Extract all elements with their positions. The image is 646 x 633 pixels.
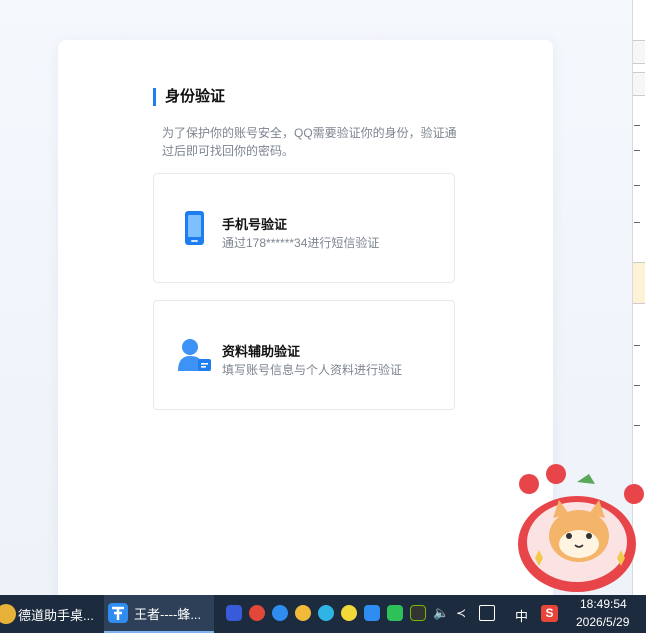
volume-icon[interactable]: 🔈 xyxy=(433,605,449,621)
phone-verification-option[interactable]: 手机号验证 通过178******34进行短信验证 xyxy=(153,173,455,283)
page-description: 为了保护你的账号安全，QQ需要验证你的身份，验证通过后即可找回你的密码。 xyxy=(162,126,457,158)
taskbar: 德道助手桌... 王者----蜂... 🔈 ≺ 中 S 18:49:54 202… xyxy=(0,595,646,633)
tray-app-icon[interactable] xyxy=(272,605,288,621)
window-edge-tick xyxy=(634,125,640,126)
window-edge-tick xyxy=(634,185,640,186)
tray-wechat-icon[interactable] xyxy=(387,605,403,621)
cat-mascot-widget[interactable] xyxy=(515,462,646,595)
window-edge-tick xyxy=(634,345,640,346)
window-edge-tick xyxy=(634,385,640,386)
window-edge-tick xyxy=(634,150,640,151)
option-subtitle: 填写账号信息与个人资料进行验证 xyxy=(222,363,403,377)
window-edge-panel xyxy=(633,40,645,64)
taskbar-app-assistant[interactable]: 德道助手桌... xyxy=(0,595,96,633)
game-app-icon xyxy=(108,603,128,623)
option-subtitle: 通过178******34进行短信验证 xyxy=(222,236,380,250)
taskbar-app-label: 王者----蜂... xyxy=(134,606,202,622)
window-edge-panel xyxy=(633,262,645,304)
profile-verification-option[interactable]: 资料辅助验证 填写账号信息与个人资料进行验证 xyxy=(153,300,455,410)
page-title: 身份验证 xyxy=(153,88,225,106)
taskbar-app-game[interactable]: 王者----蜂... xyxy=(104,595,214,633)
tray-penguin-icon[interactable] xyxy=(295,605,311,621)
sogou-ime-icon[interactable]: S xyxy=(541,605,558,622)
option-title: 资料辅助验证 xyxy=(222,344,301,359)
tray-app-icon[interactable] xyxy=(318,605,334,621)
ime-indicator[interactable]: 中 xyxy=(515,606,528,625)
network-icon[interactable] xyxy=(479,605,495,621)
tray-app-icon[interactable] xyxy=(249,605,265,621)
clock-time[interactable]: 18:49:54 xyxy=(580,597,627,611)
tray-app-icon[interactable] xyxy=(341,605,357,621)
tray-app-icon[interactable] xyxy=(226,605,242,621)
window-edge-panel xyxy=(633,72,645,96)
option-title: 手机号验证 xyxy=(222,217,288,232)
tray-icons: 🔈 ≺ xyxy=(226,605,502,621)
taskbar-app-label: 德道助手桌... xyxy=(18,607,94,623)
assistant-app-icon xyxy=(0,604,16,624)
user-profile-icon xyxy=(176,337,212,373)
speaker-icon[interactable]: ≺ xyxy=(456,605,472,621)
tray-app-icon[interactable] xyxy=(364,605,380,621)
clock-date[interactable]: 2026/5/29 xyxy=(576,615,629,629)
tray-nvidia-icon[interactable] xyxy=(410,605,426,621)
phone-icon xyxy=(176,210,212,246)
window-edge-tick xyxy=(634,222,640,223)
window-edge-tick xyxy=(634,425,640,426)
